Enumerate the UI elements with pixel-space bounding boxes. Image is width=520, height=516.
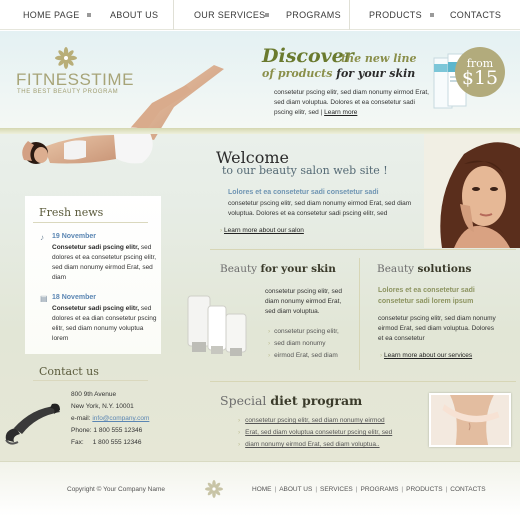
contact-fax-value: 1 800 555 12346 — [92, 439, 142, 446]
price-badge[interactable]: from $15 — [455, 47, 505, 97]
news-item: Consetetur sadi pscing elitr, sed dolore… — [52, 304, 157, 344]
contact-phone-row: Phone: 1 800 555 12346 — [71, 425, 149, 437]
solutions-title-a: Beauty — [377, 263, 415, 275]
arrow-icon: › — [220, 227, 223, 234]
footer-nav: HOME | ABOUT US | SERVICES | PROGRAMS | PRODUCTS… — [252, 486, 486, 493]
arrow-icon: › — [380, 352, 383, 359]
contact-address-line: New York, N.Y. 10001 — [71, 403, 134, 410]
news-date[interactable]: 19 November — [52, 233, 96, 240]
nav-contacts[interactable]: CONTACTS — [450, 10, 501, 20]
solutions-body: consetetur pscing elitr, sed diam nonumy… — [378, 315, 496, 342]
diet-link[interactable]: consetetur pscing elitr, sed diam nonumy… — [238, 415, 392, 427]
diet-link[interactable]: Erat, sed diam voluptua consetetur pscin… — [238, 427, 392, 439]
footer-separator: | — [315, 486, 318, 493]
contact-phone-value: 1 800 555 12346 — [93, 427, 143, 434]
beauty-text: consetetur pscing elitr, sed diam nonumy… — [265, 288, 342, 315]
nav-programs[interactable]: PROGRAMS — [286, 10, 341, 20]
services-learn-more-link[interactable]: › Learn more about our services — [380, 352, 472, 359]
beauty-title-b: for your skin — [260, 263, 336, 275]
list-item: sed diam nonumy — [268, 338, 339, 350]
badge-price: $15 — [461, 67, 499, 89]
footer-link-products[interactable]: PRODUCTS — [406, 486, 442, 493]
nav-products[interactable]: PRODUCTS — [369, 10, 422, 20]
footer-link-programs[interactable]: PROGRAMS — [360, 486, 398, 493]
beauty-skin-title: Beauty for your skin — [220, 263, 336, 275]
divider — [33, 380, 148, 381]
news-title: Fresh news — [39, 206, 104, 219]
news-item-headline: Consetetur sadi pscing elitr, — [52, 244, 140, 251]
contact-email-row: e-mail: info@company.com — [71, 413, 149, 425]
discover-body: consetetur pscing elitr, sed diam nonumy… — [274, 88, 434, 118]
news-item: Consetetur sadi pscing elitr, sed dolore… — [52, 243, 157, 283]
diet-list: consetetur pscing elitr, sed diam nonumy… — [238, 415, 392, 451]
contact-fax-row: Fax: 1 800 555 12346 — [71, 437, 149, 449]
cosmetic-tubes-image — [187, 295, 247, 356]
discover-line2: of products for your skin — [262, 67, 415, 80]
beauty-solutions-title: Beauty solutions — [377, 263, 471, 275]
telephone-icon — [5, 403, 60, 445]
discover-line2-b: for your skin — [336, 67, 416, 80]
discover-line1: the new line — [341, 52, 417, 65]
diet-title-a: Special — [220, 393, 267, 408]
footer-link-about[interactable]: ABOUT US — [279, 486, 312, 493]
welcome-learn-more-link[interactable]: › Learn more about our salon — [220, 227, 304, 234]
music-note-icon: ♪ — [40, 233, 44, 242]
diet-link[interactable]: diam nonumy eirmod Erat, sed diam volupt… — [238, 439, 392, 451]
nav-separator — [87, 13, 91, 17]
footer-separator: | — [355, 486, 358, 493]
diet-program-title: Special diet program — [220, 393, 362, 408]
contact-email-label: e-mail: — [71, 415, 91, 422]
services-learn-more-text: Learn more about our services — [383, 352, 473, 359]
divider — [210, 381, 516, 382]
divider — [210, 249, 516, 250]
nav-divider — [173, 0, 174, 30]
nav-separator — [265, 13, 269, 17]
woman-face-image — [424, 134, 520, 248]
nav-divider — [349, 0, 350, 30]
contact-phone-label: Phone: — [71, 427, 92, 434]
divider — [359, 258, 360, 370]
woman-exercise-image — [22, 65, 224, 164]
contact-fax-label: Fax: — [71, 439, 84, 446]
solutions-lead: Lolores et ea consetetur sadi consetetur… — [378, 287, 475, 305]
contact-email-link[interactable]: info@company.com — [92, 415, 149, 422]
footer-separator: | — [445, 486, 448, 493]
discover-line2-a: of products — [262, 67, 333, 80]
welcome-lead: Lolores et ea consetetur sadi consetetur… — [228, 189, 379, 196]
top-nav: HOME PAGE ABOUT US OUR SERVICES PROGRAMS… — [0, 0, 520, 30]
nav-about[interactable]: ABOUT US — [110, 10, 158, 20]
contact-title: Contact us — [39, 365, 99, 378]
footer-link-home[interactable]: HOME — [252, 486, 272, 493]
discover-learn-more-link[interactable]: Learn more — [324, 109, 357, 116]
footer-separator: | — [401, 486, 404, 493]
list-item: consetetur pscing elitr, — [268, 326, 339, 338]
nav-home[interactable]: HOME PAGE — [23, 10, 80, 20]
contact-address-line: 800 9th Avenue — [71, 391, 117, 398]
beauty-title-a: Beauty — [220, 263, 258, 275]
footer-flower-icon — [205, 480, 223, 498]
divider — [33, 222, 148, 223]
diet-title-b: diet program — [270, 393, 363, 408]
solutions-title-b: solutions — [417, 263, 472, 275]
discover-headline: Discover — [262, 45, 354, 67]
footer-link-contacts[interactable]: CONTACTS — [450, 486, 485, 493]
diet-waist-image — [429, 393, 511, 447]
beauty-list: consetetur pscing elitr, sed diam nonumy… — [268, 326, 339, 362]
nav-services[interactable]: OUR SERVICES — [194, 10, 265, 20]
news-item-headline: Consetetur sadi pscing elitr, — [52, 305, 140, 312]
contact-details: 800 9th Avenue New York, N.Y. 10001 e-ma… — [71, 389, 149, 449]
document-icon: ▤ — [40, 294, 48, 303]
footer-link-services[interactable]: SERVICES — [320, 486, 353, 493]
copyright-text: Copyright © Your Company Name — [67, 486, 166, 493]
welcome-body: consetetur pscing elitr, sed diam nonumy… — [228, 200, 412, 217]
welcome-learn-more-text: Learn more about our salon — [223, 227, 304, 234]
news-date[interactable]: 18 November — [52, 294, 96, 301]
footer-separator: | — [274, 486, 277, 493]
list-item: eirmod Erat, sed diam — [268, 350, 339, 362]
welcome-subtitle: to our beauty salon web site ! — [222, 164, 388, 177]
nav-separator — [430, 13, 434, 17]
